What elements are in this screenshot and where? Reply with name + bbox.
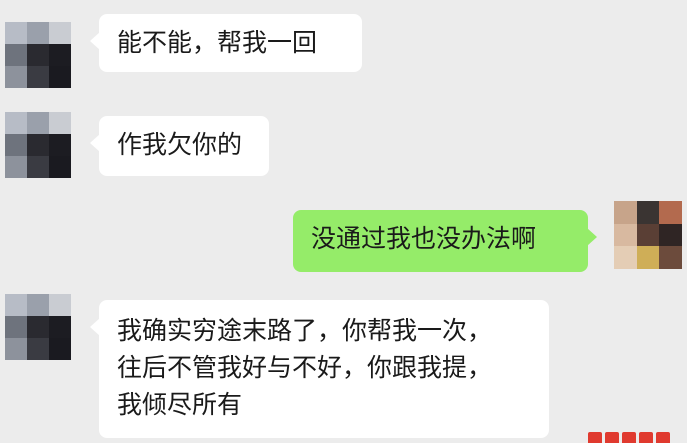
watermark-icon — [588, 430, 687, 443]
contact-avatar-icon[interactable] — [5, 22, 71, 88]
contact-avatar-icon[interactable] — [5, 294, 71, 360]
message-bubble-outgoing[interactable]: 没通过我也没办法啊 — [293, 210, 597, 272]
message-bubble-incoming[interactable]: 能不能，帮我一回 — [90, 14, 362, 72]
self-avatar-icon[interactable] — [614, 201, 682, 269]
message-text-line: 我确实穷途末路了，你帮我一次， — [117, 316, 493, 345]
message-text-line: 往后不管我好与不好，你跟我提， — [117, 353, 493, 382]
message-text: 作我欠你的 — [117, 130, 243, 159]
message-text: 没通过我也没办法啊 — [311, 224, 537, 253]
message-bubble-incoming[interactable]: 我确实穷途末路了，你帮我一次， 往后不管我好与不好，你跟我提， 我倾尽所有 — [90, 300, 549, 438]
message-text-line: 我倾尽所有 — [117, 390, 243, 419]
message-text: 能不能，帮我一回 — [117, 28, 318, 57]
message-bubble-incoming[interactable]: 作我欠你的 — [90, 116, 269, 176]
contact-avatar-icon[interactable] — [5, 112, 71, 178]
